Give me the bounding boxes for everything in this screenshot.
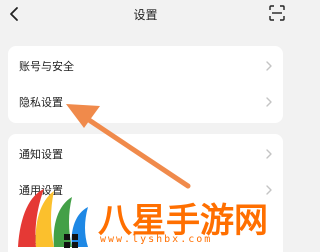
watermark-logo-icon bbox=[18, 189, 88, 247]
settings-item-privacy[interactable]: 隐私设置 bbox=[8, 84, 283, 120]
settings-item-notifications[interactable]: 通知设置 bbox=[8, 136, 283, 172]
chevron-right-icon bbox=[266, 149, 272, 159]
watermark-site-url: www.lyshbx.com bbox=[100, 234, 213, 245]
chevron-right-icon bbox=[266, 61, 272, 71]
settings-item-label: 账号与安全 bbox=[19, 60, 74, 73]
chevron-right-icon bbox=[266, 97, 272, 107]
settings-item-label: 隐私设置 bbox=[19, 96, 63, 109]
settings-item-account-security[interactable]: 账号与安全 bbox=[8, 48, 283, 84]
windows-logo-icon bbox=[64, 234, 78, 248]
header-bar: 设置 bbox=[0, 0, 291, 30]
settings-screen: 设置 账号与安全 隐私设置 通知设置 通用设置 八星手游网 www.lyshbx… bbox=[0, 0, 291, 252]
page-title: 设置 bbox=[133, 8, 158, 22]
settings-group-account: 账号与安全 隐私设置 bbox=[8, 46, 283, 123]
scan-icon[interactable] bbox=[269, 5, 285, 21]
settings-item-label: 通知设置 bbox=[19, 148, 63, 161]
